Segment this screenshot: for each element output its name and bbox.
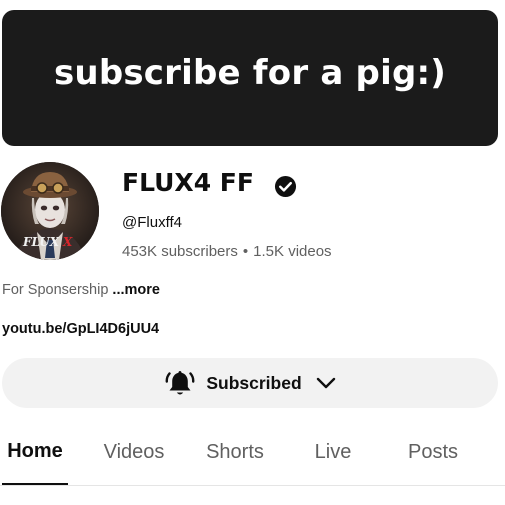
channel-tabs: Home Videos Shorts Live Posts: [0, 420, 505, 486]
stats-separator: •: [242, 243, 249, 260]
banner-text: subscribe for a pig:): [53, 53, 447, 93]
subscribed-label: Subscribed: [206, 372, 302, 393]
channel-description: For Sponsership ...more: [2, 282, 160, 298]
bell-icon: [165, 371, 195, 395]
channel-banner: subscribe for a pig:): [2, 10, 498, 146]
channel-name: FLUX4 FF: [122, 168, 254, 197]
tab-videos[interactable]: Videos: [92, 420, 176, 485]
tab-live[interactable]: Live: [303, 420, 363, 485]
more-button[interactable]: ...more: [112, 282, 160, 298]
svg-text:X: X: [62, 235, 73, 249]
channel-avatar[interactable]: FLUX X: [1, 162, 99, 260]
avatar-image: FLUX X: [1, 162, 99, 260]
subscriber-count: 453K subscribers: [122, 243, 238, 260]
tab-posts[interactable]: Posts: [396, 420, 470, 485]
channel-link[interactable]: youtu.be/GpLI4D6jUU4: [2, 321, 159, 337]
avatar-logo-text: FLUX: [22, 235, 60, 249]
verified-check-icon: [274, 175, 297, 198]
subscribed-button[interactable]: Subscribed: [2, 358, 498, 408]
description-text: For Sponsership: [2, 282, 113, 298]
video-count: 1.5K videos: [253, 243, 332, 260]
chevron-down-icon: [316, 377, 335, 389]
channel-stats: 453K subscribers • 1.5K videos: [122, 243, 332, 260]
tab-shorts[interactable]: Shorts: [194, 420, 276, 485]
channel-handle[interactable]: @Fluxff4: [122, 214, 182, 231]
tab-home[interactable]: Home: [2, 420, 68, 485]
